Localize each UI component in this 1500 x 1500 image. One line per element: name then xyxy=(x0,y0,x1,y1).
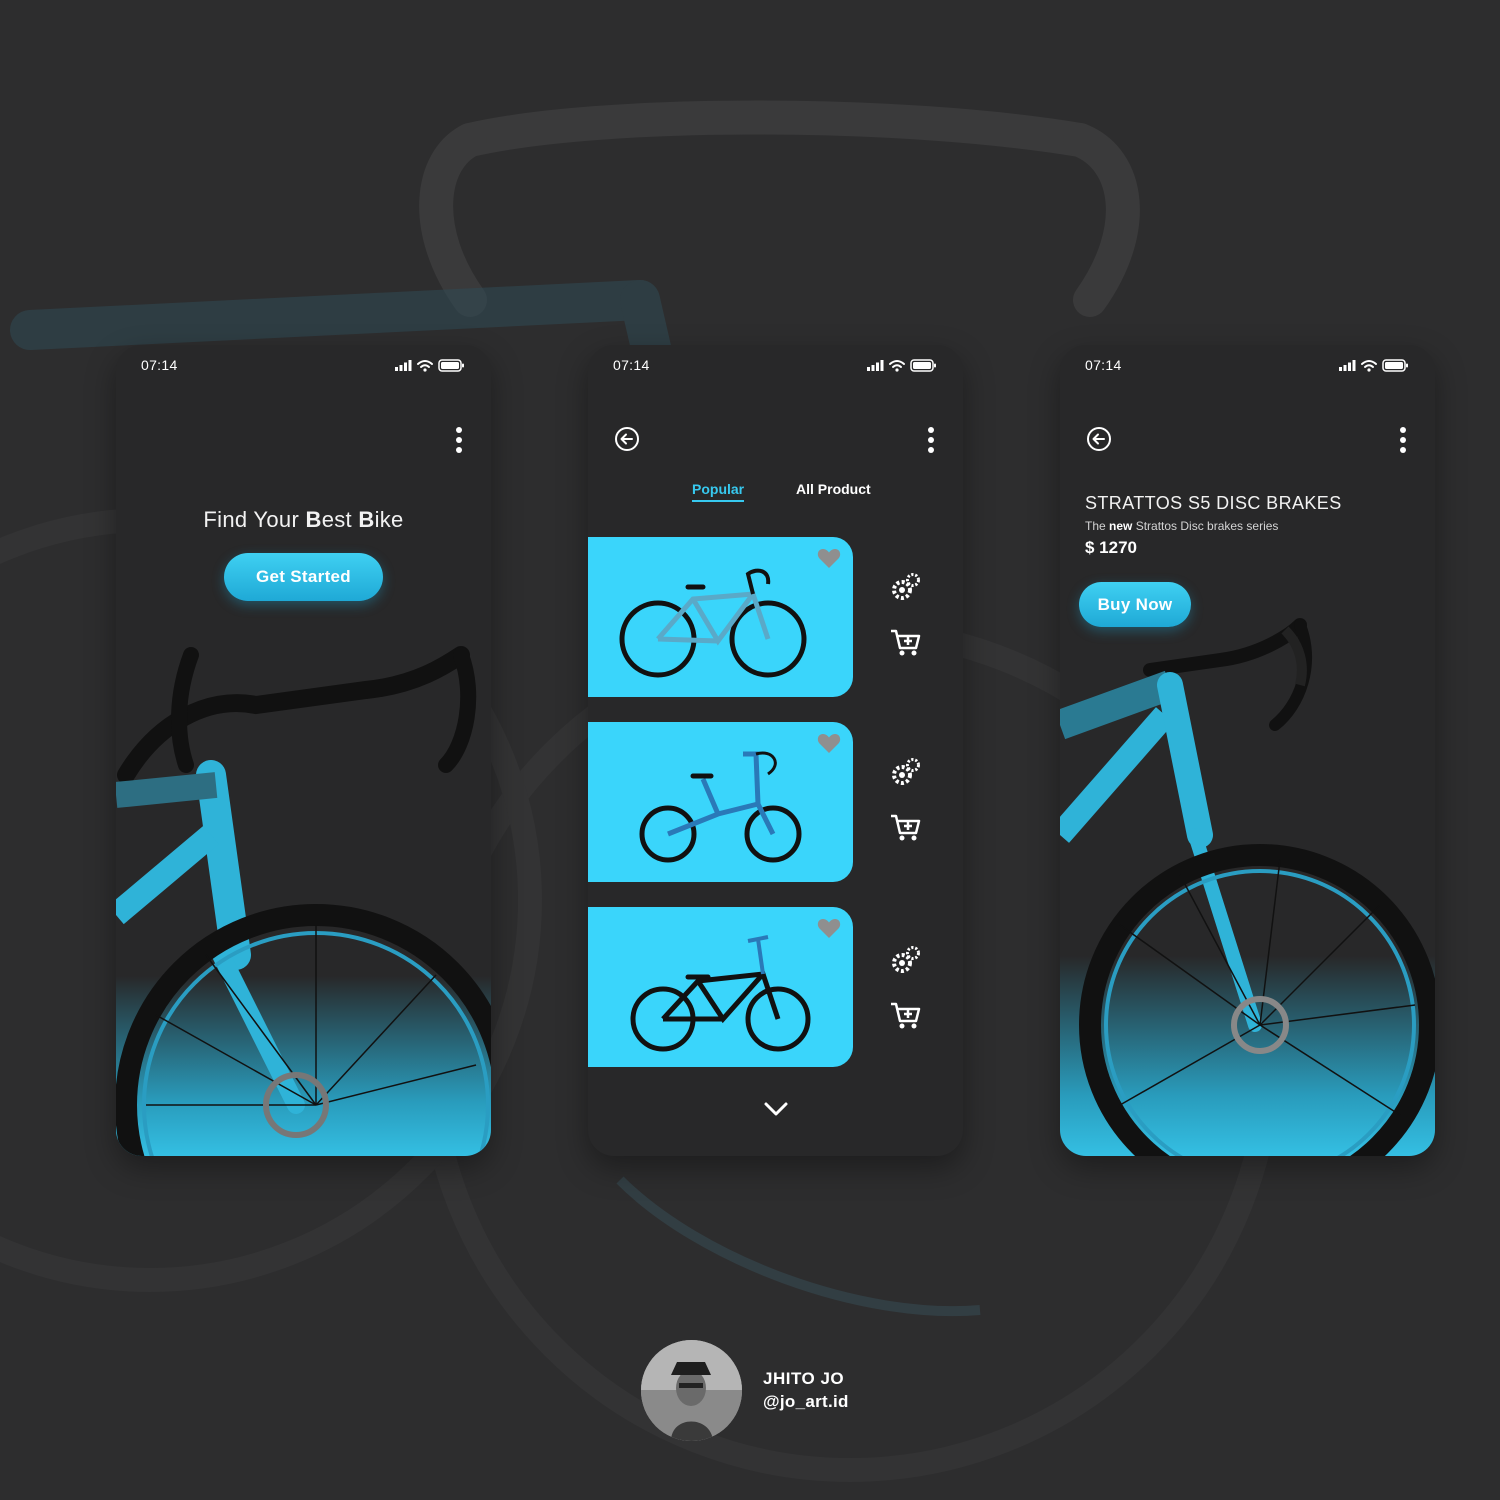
product-actions xyxy=(888,570,928,680)
status-time: 07:14 xyxy=(613,357,650,373)
product-subtitle: The new Strattos Disc brakes series xyxy=(1085,519,1279,533)
heart-icon[interactable] xyxy=(817,732,841,754)
status-icons xyxy=(867,359,936,372)
status-icons xyxy=(1339,359,1408,372)
author-photo xyxy=(641,1340,742,1441)
wifi-icon xyxy=(1361,360,1377,368)
product-card-folding-bike[interactable] xyxy=(588,722,853,882)
product-name: STRATTOS S5 DISC BRAKES xyxy=(1085,493,1342,513)
buy-now-button[interactable]: Buy Now xyxy=(1079,582,1191,627)
gears-icon[interactable] xyxy=(888,943,924,979)
more-vertical-icon[interactable] xyxy=(453,427,465,453)
gears-icon[interactable] xyxy=(888,755,924,791)
road-bike-detail-image xyxy=(1060,618,1435,1156)
tab-popular[interactable]: Popular xyxy=(692,481,745,502)
status-icons xyxy=(395,359,464,372)
heart-icon[interactable] xyxy=(817,547,841,569)
chevron-down-icon[interactable] xyxy=(761,1099,791,1119)
phone-screen-product-detail: 07:14 STRATTOS S5 DISC BRAKES The new St… xyxy=(1060,345,1435,1156)
status-bar: 07:14 xyxy=(116,345,491,385)
status-bar: 07:14 xyxy=(1060,345,1435,385)
get-started-button[interactable]: Get Started xyxy=(224,553,383,601)
more-vertical-icon[interactable] xyxy=(925,427,937,453)
product-card-road-bike[interactable] xyxy=(588,537,853,697)
product-actions xyxy=(888,755,928,865)
signal-icon xyxy=(1339,360,1356,371)
author-avatar xyxy=(641,1340,742,1441)
author-handle: @jo_art.id xyxy=(763,1392,849,1411)
product-actions xyxy=(888,943,928,1053)
author-name: JHITO JO xyxy=(763,1369,845,1388)
add-to-cart-icon[interactable] xyxy=(890,628,922,658)
product-card-bmx-bike[interactable] xyxy=(588,907,853,1067)
wifi-icon xyxy=(889,360,905,368)
add-to-cart-icon[interactable] xyxy=(890,813,922,843)
phone-screen-product-list: 07:14 Popular All Product xyxy=(588,345,963,1156)
phone-screen-onboarding: 07:14 Find Your Best Bike Get Started xyxy=(116,345,491,1156)
more-vertical-icon[interactable] xyxy=(1397,427,1409,453)
status-time: 07:14 xyxy=(141,357,178,373)
road-bike-closeup-image xyxy=(116,646,491,1156)
back-arrow-icon[interactable] xyxy=(614,426,640,452)
wifi-icon xyxy=(417,360,433,368)
tab-all-product[interactable]: All Product xyxy=(796,481,871,497)
back-arrow-icon[interactable] xyxy=(1086,426,1112,452)
heart-icon[interactable] xyxy=(817,917,841,939)
add-to-cart-icon[interactable] xyxy=(890,1001,922,1031)
signal-icon xyxy=(395,360,412,371)
bmx-bike-image xyxy=(630,935,811,1052)
road-bike-image xyxy=(619,568,807,678)
battery-icon xyxy=(1382,359,1408,372)
product-price: $ 1270 xyxy=(1085,538,1137,557)
battery-icon xyxy=(438,359,464,372)
battery-icon xyxy=(910,359,936,372)
hero-title: Find Your Best Bike xyxy=(203,507,404,532)
tab-bar: Popular All Product xyxy=(588,481,963,505)
status-time: 07:14 xyxy=(1085,357,1122,373)
signal-icon xyxy=(867,360,884,371)
status-bar: 07:14 xyxy=(588,345,963,385)
gears-icon[interactable] xyxy=(888,570,924,606)
folding-bike-image xyxy=(639,751,802,863)
